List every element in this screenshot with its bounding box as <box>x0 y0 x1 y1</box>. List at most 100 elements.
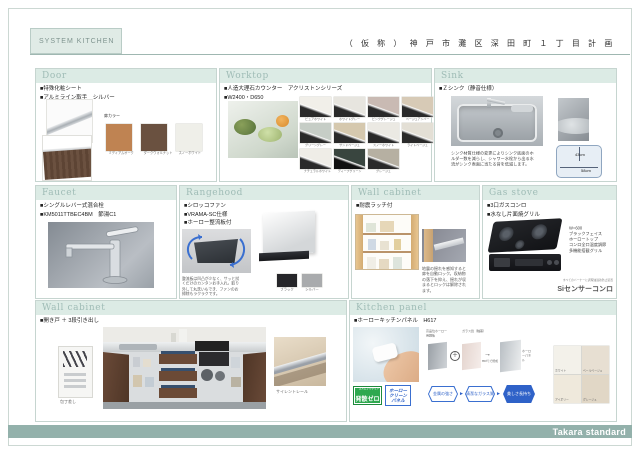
wall-cabinet-base-specs: ■開き戸 ＋ 3段引き出し <box>40 317 99 326</box>
orange-fruit <box>276 115 289 127</box>
knife-slot <box>64 385 86 388</box>
sink-drain <box>493 128 503 138</box>
rangehood-swatch-cell: ブラック <box>277 274 297 293</box>
kitchen-panel-header: Kitchen panel <box>350 301 616 315</box>
worktop-color-swatch <box>368 123 399 143</box>
sink-photo <box>451 96 543 146</box>
wall-cabinet-upper-title: Wall cabinet <box>358 188 421 198</box>
plus-icon: ＋ <box>450 351 460 361</box>
door-color-swatch <box>141 124 167 151</box>
gas-stove-specs: ■3口ガスコンロ ■水なし片面焼グリル <box>487 202 540 219</box>
stored-item <box>231 357 240 368</box>
vase <box>179 329 187 342</box>
worktop-swatch-label: スノーホワイト <box>372 143 395 148</box>
gas-stove-panel-header: Gas stove <box>483 186 616 200</box>
stored-item <box>145 377 154 387</box>
sink-detail-curve <box>558 118 589 134</box>
wall-cabinet-upper-specs: ■耐震ラッチ付 <box>356 202 392 211</box>
sink-panel-title: Sink <box>441 71 464 81</box>
door-swatch-cell: ダークウォルナット <box>141 124 167 157</box>
rangehood-photo <box>257 212 319 262</box>
sink-width-dim: 58cm <box>581 168 591 173</box>
door-swatch-label: ダークウォルナット <box>144 151 165 156</box>
glass-layer <box>462 342 481 370</box>
badge-green-top-text: ホルムアルデヒド <box>359 387 377 391</box>
spec-sheet-page: SYSTEM KITCHEN （ 仮 称 ） 神 戸 市 灘 区 深 田 町 １… <box>0 0 640 453</box>
stove-top-photo <box>488 218 563 253</box>
formaldehyde-zero-badge: ホルムアルデヒド 発散ゼロ <box>354 387 381 404</box>
rangehood-underside <box>259 251 309 262</box>
wipe-clean-photo <box>353 327 419 382</box>
si-sensor-logo-text: Siセンサーコンロ <box>535 284 613 294</box>
worktop-swatch-label: ライトベージュ <box>406 143 429 148</box>
faucet-panel: Faucet ■シングルレバー式混合栓 ■KM5011TTBEC4BM 節湯C1 <box>35 185 177 299</box>
stored-item <box>368 239 376 250</box>
rangehood-swatch-label: シルバー <box>304 287 321 292</box>
stored-item <box>133 375 142 387</box>
cooktop-inset <box>195 341 229 351</box>
panel-color-swatch: アイボリー <box>554 375 581 403</box>
worktop-panel-title: Worktop <box>226 71 269 81</box>
wall-cabinet-base-panel: Wall cabinet ■開き戸 ＋ 3段引き出し 包丁差し <box>35 300 347 422</box>
wall-cabinet-base-title: Wall cabinet <box>42 303 105 313</box>
worktop-color-swatch <box>300 123 331 143</box>
stored-item <box>393 257 402 269</box>
worktop-panel: Worktop ■人造大理石カウンター アクリストンシリーズ ■W2400・D6… <box>219 68 432 182</box>
bottle <box>171 333 176 342</box>
rangehood-panel-title: Rangehood <box>186 188 243 198</box>
toe-kick <box>103 402 266 409</box>
sink-inset <box>119 344 157 350</box>
project-title: （ 仮 称 ） 神 戸 市 灘 区 深 田 町 １ 丁 目 計 画 <box>330 38 630 49</box>
rangehood-color-swatch <box>302 274 322 287</box>
enamel-panel-layer <box>500 340 521 373</box>
worktop-color-swatch <box>368 149 399 169</box>
worktop-swatch-label: ピンクグレージュ <box>372 117 395 122</box>
stove-front-photo <box>489 254 561 271</box>
gas-stove-description: W=600 ブラックフェイス ホーロートップ コンロ全口温度調節 多機能搭載グリ… <box>569 226 609 254</box>
worktop-color-swatch <box>300 149 331 169</box>
kitchen-panel-title: Kitchen panel <box>356 303 427 313</box>
burner-small <box>514 240 525 249</box>
wall-cabinet-illustration <box>355 214 419 270</box>
door-panel: Door ■特殊化粧シート ■アルミライン取手 シルバー 扉カラー ミディアムオ… <box>35 68 217 182</box>
stored-item <box>380 221 394 232</box>
sink-specs: ■Ｚシンク（静音仕様） <box>439 85 497 94</box>
enamel-clean-panel-badge: ホーロー クリーン パネル <box>385 385 411 406</box>
stored-item <box>231 377 241 387</box>
worktop-color-swatch <box>334 97 365 117</box>
worktop-color-swatch <box>368 97 399 117</box>
benefit-hex-2: 清潔なガラス質 <box>465 386 495 402</box>
wall-cabinet-upper-header: Wall cabinet <box>352 186 479 200</box>
wall-cabinet-base-header: Wall cabinet <box>36 301 346 315</box>
sink-detail-photo <box>558 98 589 141</box>
stored-item <box>133 357 140 367</box>
cleaning-arrows <box>182 229 251 273</box>
door-color-label: 扉カラー <box>104 113 120 119</box>
worktop-panel-header: Worktop <box>220 69 431 83</box>
stored-item <box>379 259 389 269</box>
faucet-specs: ■シングルレバー式混合栓 ■KM5011TTBEC4BM 節湯C1 <box>40 202 116 219</box>
worktop-swatch-label: サンドベージュ <box>338 143 361 148</box>
stored-item <box>143 359 151 367</box>
pot <box>201 369 213 381</box>
header-rule <box>30 54 630 55</box>
rangehood-body <box>263 211 315 256</box>
door-wood-face <box>43 149 92 180</box>
rangehood-cleaning-photo <box>182 229 251 273</box>
steel-layer <box>428 342 447 370</box>
aluminum-handle <box>46 105 93 137</box>
worktop-swatch-label: ホワイトグレー <box>338 117 361 122</box>
drawer-contents <box>161 385 195 388</box>
knife-holder-label: 包丁差し <box>60 399 76 405</box>
worktop-swatch-label: ディープグリーン <box>338 169 361 174</box>
grapes <box>258 127 282 142</box>
rangehood-panel-header: Rangehood <box>180 186 348 200</box>
cabinet-right-door <box>411 215 418 269</box>
knife-slot <box>64 379 86 382</box>
door-panel-header: Door <box>36 69 216 83</box>
open-drawer <box>159 354 197 364</box>
open-door-right <box>243 352 266 406</box>
knife-slot <box>64 373 86 376</box>
worktop-swatch-label: ピュアホワイト <box>304 117 327 122</box>
glass-layer-label: ガラス質（釉薬） <box>462 329 485 334</box>
